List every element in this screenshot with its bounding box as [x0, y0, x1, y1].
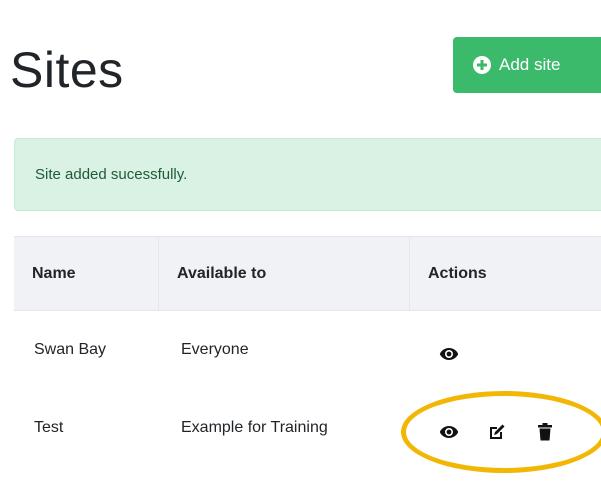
add-site-label: Add site	[499, 55, 561, 74]
delete-icon[interactable]	[534, 421, 556, 443]
cell-name: Swan Bay	[34, 341, 107, 358]
success-alert: Site added sucessfully.	[14, 138, 601, 211]
cell-name: Test	[34, 419, 64, 436]
table-header: Name Available to Actions	[14, 236, 601, 311]
view-icon[interactable]	[438, 343, 460, 365]
column-header-actions: Actions	[428, 264, 487, 282]
plus-circle-icon	[473, 56, 491, 74]
sites-page: Sites Add site Site added sucessfully. N…	[0, 0, 601, 481]
add-site-button[interactable]: Add site	[453, 37, 601, 93]
cell-available-to: Everyone	[181, 341, 249, 358]
page-title: Sites	[10, 42, 124, 98]
cell-available-to: Example for Training	[181, 419, 328, 436]
table-row: Swan Bay Everyone	[14, 311, 601, 389]
alert-message: Site added sucessfully.	[35, 166, 188, 183]
edit-icon[interactable]	[486, 421, 508, 443]
view-icon[interactable]	[438, 421, 460, 443]
cell-actions	[410, 311, 601, 389]
cell-actions	[410, 389, 601, 467]
table-row: Test Example for Training	[14, 389, 601, 467]
sites-table: Name Available to Actions Swan Bay Every…	[14, 236, 601, 467]
column-header-available-to: Available to	[159, 237, 410, 310]
column-header-name: Name	[14, 237, 159, 310]
